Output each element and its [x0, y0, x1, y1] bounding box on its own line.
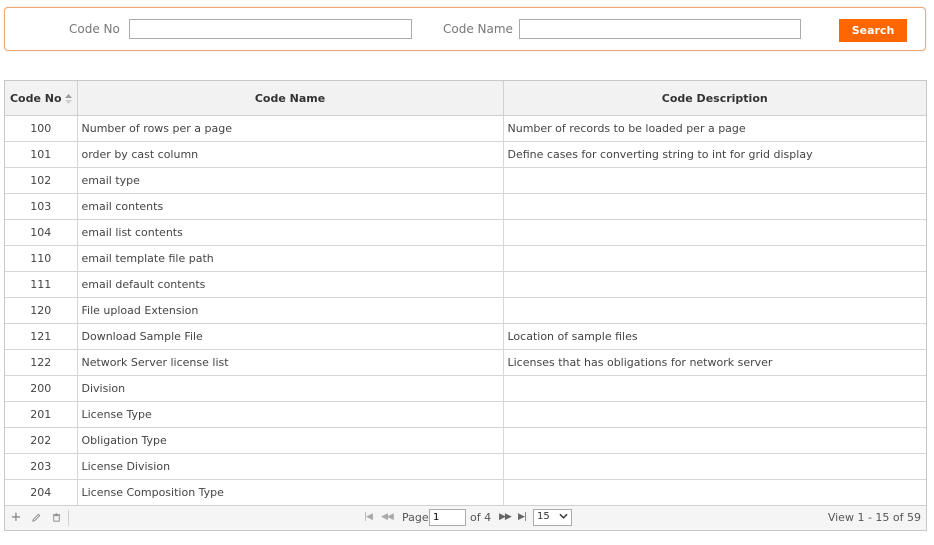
cell-code-description: Location of sample files — [503, 323, 926, 350]
cell-code-description: Number of records to be loaded per a pag… — [503, 115, 926, 142]
pager-divider — [68, 510, 69, 526]
column-header-code-description[interactable]: Code Description — [503, 81, 926, 116]
add-icon[interactable]: + — [10, 511, 22, 524]
cell-code-no: 203 — [5, 453, 78, 480]
page-label: Page — [402, 511, 429, 524]
cell-code-name: License Division — [77, 453, 504, 480]
cell-code-description — [503, 167, 926, 194]
page-count: of 4 — [470, 511, 492, 524]
cell-code-no: 201 — [5, 401, 78, 428]
code-name-input[interactable] — [519, 19, 801, 39]
table-row[interactable]: 101 order by cast column Define cases for … — [5, 141, 926, 168]
table-row[interactable]: 103 email contents — [5, 193, 926, 220]
cell-code-name: order by cast column — [77, 141, 504, 168]
table-row[interactable]: 102 email type — [5, 167, 926, 194]
rows-per-page-select[interactable]: 15 — [533, 509, 572, 526]
table-body: 100 Number of rows per a page Number of re… — [5, 115, 926, 506]
prev-page-icon[interactable]: ◀◀ — [381, 512, 394, 522]
cell-code-no: 102 — [5, 167, 78, 194]
edit-icon[interactable] — [30, 512, 42, 524]
cell-code-no: 120 — [5, 297, 78, 324]
cell-code-no: 204 — [5, 479, 78, 506]
cell-code-name: Division — [77, 375, 504, 402]
cell-code-no: 122 — [5, 349, 78, 376]
search-button[interactable]: Search — [839, 19, 907, 42]
grid-pager: + |◀ ◀◀ Page of 4 ▶▶ ▶| 15 View 1 - 15 o… — [5, 505, 926, 530]
cell-code-no: 100 — [5, 115, 78, 142]
table-row[interactable]: 100 Number of rows per a page Number of re… — [5, 115, 926, 142]
table-row[interactable]: 121 Download Sample File Location of sampl… — [5, 323, 926, 350]
cell-code-no: 111 — [5, 271, 78, 298]
column-header-code-no[interactable]: Code No — [5, 81, 78, 116]
cell-code-description — [503, 193, 926, 220]
cell-code-name: email list contents — [77, 219, 504, 246]
cell-code-description — [503, 219, 926, 246]
cell-code-description — [503, 427, 926, 454]
cell-code-name: Network Server license list — [77, 349, 504, 376]
search-panel: Code No Code Name Search — [4, 7, 926, 51]
cell-code-name: File upload Extension — [77, 297, 504, 324]
cell-code-no: 103 — [5, 193, 78, 220]
cell-code-description: Licenses that has obligations for networ… — [503, 349, 926, 376]
cell-code-description — [503, 401, 926, 428]
cell-code-no: 104 — [5, 219, 78, 246]
cell-code-no: 200 — [5, 375, 78, 402]
cell-code-description — [503, 245, 926, 272]
sort-icon — [64, 93, 72, 104]
cell-code-name: Obligation Type — [77, 427, 504, 454]
table-row[interactable]: 204 License Composition Type — [5, 479, 926, 506]
cell-code-description — [503, 479, 926, 506]
cell-code-description — [503, 375, 926, 402]
last-page-icon[interactable]: ▶| — [518, 512, 527, 522]
cell-code-name: License Composition Type — [77, 479, 504, 506]
cell-code-name: email default contents — [77, 271, 504, 298]
code-no-label: Code No — [69, 22, 120, 36]
cell-code-name: License Type — [77, 401, 504, 428]
cell-code-name: email contents — [77, 193, 504, 220]
code-name-label: Code Name — [443, 22, 513, 36]
cell-code-description — [503, 271, 926, 298]
table-row[interactable]: 202 Obligation Type — [5, 427, 926, 454]
table-header-row: Code No Code Name Code Description — [5, 81, 926, 116]
column-header-code-name[interactable]: Code Name — [77, 81, 504, 116]
table-row[interactable]: 201 License Type — [5, 401, 926, 428]
table-row[interactable]: 104 email list contents — [5, 219, 926, 246]
chevron-down-icon — [559, 513, 568, 519]
table-row[interactable]: 111 email default contents — [5, 271, 926, 298]
cell-code-no: 101 — [5, 141, 78, 168]
cell-code-description — [503, 453, 926, 480]
next-page-icon[interactable]: ▶▶ — [499, 512, 512, 522]
column-header-label: Code No — [9, 91, 62, 105]
view-range-text: View 1 - 15 of 59 — [827, 511, 921, 524]
cell-code-no: 121 — [5, 323, 78, 350]
table-row[interactable]: 120 File upload Extension — [5, 297, 926, 324]
cell-code-no: 110 — [5, 245, 78, 272]
cell-code-name: email type — [77, 167, 504, 194]
cell-code-no: 202 — [5, 427, 78, 454]
delete-icon[interactable] — [50, 512, 62, 524]
code-table: Code No Code Name Code Description 100 Nu… — [5, 81, 926, 506]
cell-code-name: Number of rows per a page — [77, 115, 504, 142]
code-no-input[interactable] — [129, 19, 412, 39]
cell-code-description: Define cases for converting string to in… — [503, 141, 926, 168]
table-row[interactable]: 200 Division — [5, 375, 926, 402]
rows-per-page-value: 15 — [537, 511, 550, 522]
cell-code-description — [503, 297, 926, 324]
table-row[interactable]: 122 Network Server license list Licenses t… — [5, 349, 926, 376]
page-input[interactable] — [429, 509, 466, 526]
code-grid: Code No Code Name Code Description 100 Nu… — [4, 80, 927, 531]
cell-code-name: email template file path — [77, 245, 504, 272]
table-row[interactable]: 203 License Division — [5, 453, 926, 480]
cell-code-name: Download Sample File — [77, 323, 504, 350]
first-page-icon[interactable]: |◀ — [364, 512, 373, 522]
table-row[interactable]: 110 email template file path — [5, 245, 926, 272]
